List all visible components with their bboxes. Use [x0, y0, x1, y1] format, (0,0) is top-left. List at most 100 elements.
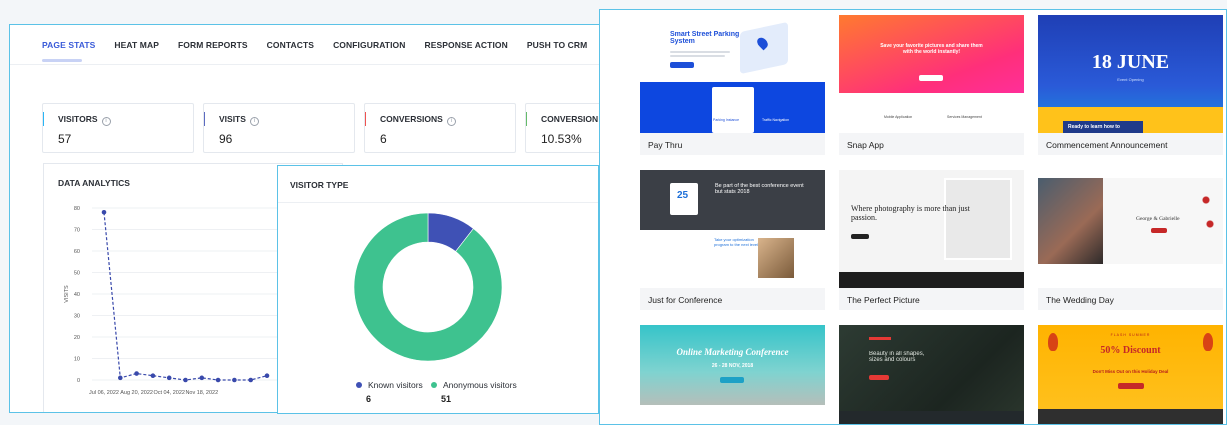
data-point[interactable] — [118, 375, 123, 381]
tab-heat-map[interactable]: HEAT MAP — [114, 40, 159, 50]
stat-value: 57 — [58, 132, 72, 146]
anonymous-visitors-count: 51 — [441, 394, 452, 404]
template-thumbnail: George & Gabrielle — [1038, 170, 1223, 288]
template-thumbnail: Online Marketing Conference 26 - 28 NOV,… — [640, 325, 825, 424]
data-point[interactable] — [134, 371, 139, 376]
x-tick-label: Oct 04, 2022 — [153, 390, 185, 396]
y-tick-label: 0 — [77, 378, 80, 384]
y-tick-label: 20 — [74, 335, 80, 341]
template-card-pay-thru[interactable]: Smart Street Parking System Parking Inst… — [640, 15, 825, 155]
stat-card-visits: VISITS i 96 — [203, 103, 355, 153]
y-tick-label: 60 — [74, 249, 80, 255]
donut-slice-anonymous-visitors[interactable] — [353, 212, 503, 362]
x-tick-label: Jul 06, 2022 — [89, 390, 119, 396]
y-tick-label: 80 — [74, 206, 80, 212]
template-name: Snap App — [839, 133, 1024, 155]
y-tick-label: 10 — [74, 357, 80, 363]
thumb-heading: Save your favorite pictures and share th… — [880, 43, 983, 55]
tab-push-to-crm[interactable]: PUSH TO CRM — [527, 40, 587, 50]
legend-anonymous-visitors[interactable]: Anonymous visitors — [431, 380, 517, 390]
data-point[interactable] — [232, 377, 237, 383]
template-name: Pay Thru — [640, 133, 825, 155]
stat-accent — [365, 112, 366, 126]
visitor-type-donut-chart — [353, 212, 503, 362]
thumb-heading: Beauty in all shapes, sizes and colours — [869, 351, 925, 363]
template-thumbnail: 18 JUNE Event Opening Ready to learn how… — [1038, 15, 1223, 133]
template-card-flash-summer-discount[interactable]: FLASH SUMMER 50% Discount Don't Miss Out… — [1038, 325, 1223, 424]
data-point[interactable] — [101, 210, 107, 215]
data-point[interactable] — [150, 373, 156, 378]
series-line — [103, 212, 268, 381]
info-icon[interactable]: i — [446, 117, 456, 126]
stat-value: 10.53% — [541, 132, 582, 146]
stat-value: 6 — [380, 132, 387, 146]
info-icon[interactable]: i — [101, 117, 111, 126]
stat-label: CONVERSION R — [541, 114, 607, 124]
template-thumbnail: FLASH SUMMER 50% Discount Don't Miss Out… — [1038, 325, 1223, 424]
stat-card-conversions: CONVERSIONS i 6 — [364, 103, 516, 153]
tab-form-reports[interactable]: FORM REPORTS — [178, 40, 248, 50]
y-tick-label: 70 — [74, 228, 80, 234]
thumb-heading: Online Marketing Conference — [676, 347, 789, 357]
screenshot-stage: PAGE STATS HEAT MAP FORM REPORTS CONTACT… — [0, 0, 1227, 425]
template-name: Commencement Announcement — [1038, 133, 1223, 155]
x-tick-label: Nov 18, 2022 — [185, 390, 218, 396]
stat-value: 96 — [219, 132, 233, 146]
thumb-heading: 50% Discount — [1100, 345, 1161, 356]
data-point[interactable] — [166, 375, 172, 381]
info-icon[interactable]: i — [249, 117, 259, 126]
active-tab-indicator — [42, 59, 82, 62]
thumb-heading: Be part of the best conference event but… — [715, 183, 804, 195]
tab-configuration[interactable]: CONFIGURATION — [333, 40, 405, 50]
template-card-beauty[interactable]: Beauty in all shapes, sizes and colours — [839, 325, 1024, 424]
data-point[interactable] — [215, 377, 221, 383]
stat-label: CONVERSIONS i — [380, 114, 456, 126]
thumb-heading: George & Gabrielle — [1136, 216, 1180, 222]
tab-response-action[interactable]: RESPONSE ACTION — [425, 40, 508, 50]
thumb-heading: Smart Street Parking System — [670, 31, 740, 45]
stat-label: VISITORS i — [58, 114, 111, 126]
y-axis-label: VISITS — [64, 285, 70, 303]
data-analytics-title: DATA ANALYTICS — [58, 178, 130, 188]
template-name: The Perfect Picture — [839, 288, 1024, 310]
template-card-snap-app[interactable]: Save your favorite pictures and share th… — [839, 15, 1024, 155]
legend-dot — [356, 382, 362, 388]
x-tick-label: Aug 20, 2022 — [120, 390, 153, 396]
template-name: The Wedding Day — [1038, 288, 1223, 310]
template-card-the-perfect-picture[interactable]: Where photography is more than just pass… — [839, 170, 1024, 310]
data-point[interactable] — [183, 377, 188, 383]
template-name: Just for Conference — [640, 288, 825, 310]
tab-contacts[interactable]: CONTACTS — [267, 40, 314, 50]
template-thumbnail: Smart Street Parking System Parking Inst… — [640, 15, 825, 133]
y-tick-label: 40 — [74, 292, 80, 298]
data-point[interactable] — [248, 377, 253, 383]
stat-card-conversion-rate: CONVERSION R 10.53% — [525, 103, 608, 153]
visitor-type-title: VISITOR TYPE — [290, 180, 349, 190]
tab-bar: PAGE STATS HEAT MAP FORM REPORTS CONTACT… — [10, 25, 608, 65]
template-thumbnail: Where photography is more than just pass… — [839, 170, 1024, 288]
template-thumbnail: Save your favorite pictures and share th… — [839, 15, 1024, 133]
stat-label: VISITS i — [219, 114, 259, 126]
legend-known-visitors[interactable]: Known visitors — [356, 380, 423, 390]
template-card-online-marketing-conference[interactable]: Online Marketing Conference 26 - 28 NOV,… — [640, 325, 825, 424]
template-card-the-wedding-day[interactable]: George & Gabrielle The Wedding Day — [1038, 170, 1223, 310]
template-gallery: Smart Street Parking System Parking Inst… — [599, 9, 1227, 425]
stat-accent — [43, 112, 44, 126]
divider — [278, 202, 598, 203]
template-card-just-for-conference[interactable]: 25 Be part of the best conference event … — [640, 170, 825, 310]
visitor-type-card: VISITOR TYPE Known visitors Anonymous vi… — [277, 165, 599, 414]
y-tick-label: 50 — [74, 271, 80, 277]
template-thumbnail: Beauty in all shapes, sizes and colours — [839, 325, 1024, 424]
template-thumbnail: 25 Be part of the best conference event … — [640, 170, 825, 288]
thumb-heading: 18 JUNE — [1091, 51, 1170, 73]
known-visitors-count: 6 — [366, 394, 372, 404]
data-point[interactable] — [264, 373, 270, 378]
thumb-heading: Where photography is more than just pass… — [851, 204, 970, 222]
legend-dot — [431, 382, 437, 388]
data-point[interactable] — [199, 375, 205, 381]
stat-accent — [526, 112, 527, 126]
y-tick-label: 30 — [74, 314, 80, 320]
tab-page-stats[interactable]: PAGE STATS — [42, 40, 95, 50]
template-card-commencement-announcement[interactable]: 18 JUNE Event Opening Ready to learn how… — [1038, 15, 1223, 155]
stat-accent — [204, 112, 205, 126]
